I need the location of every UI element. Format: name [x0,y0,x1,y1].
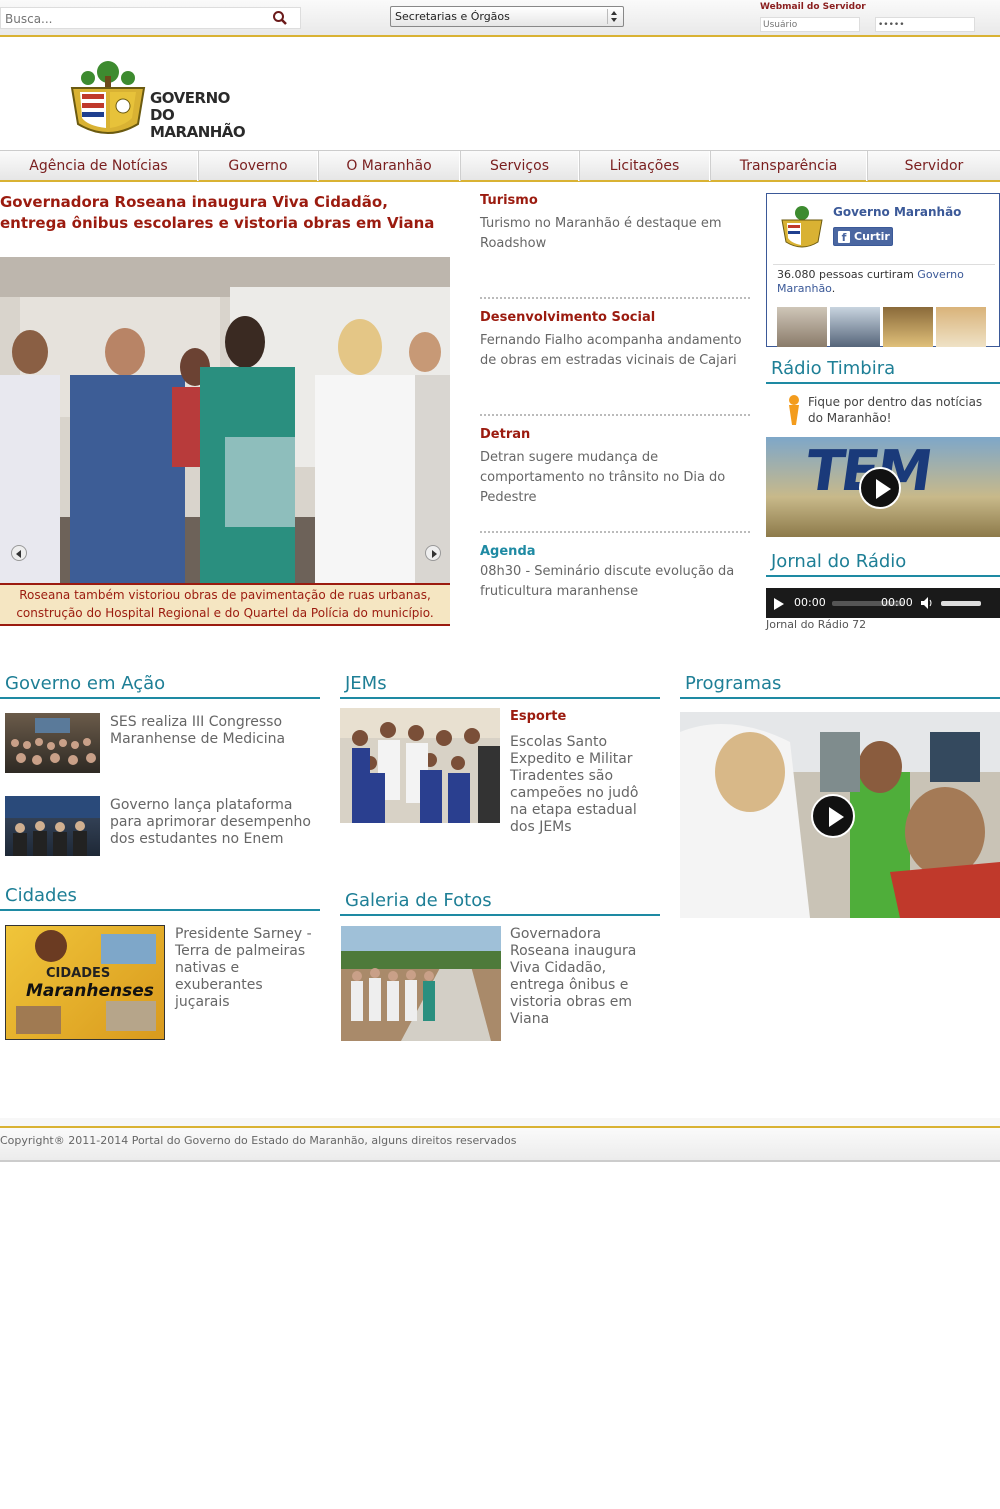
jems-category[interactable]: Esporte [510,709,566,725]
nav-servicos[interactable]: Serviços [461,151,579,181]
search-input[interactable] [1,9,261,29]
governo-acao-item[interactable]: SES realiza III Congresso Maranhense de … [110,714,310,748]
hero-next-icon[interactable] [425,545,441,561]
governo-em-acao-title[interactable]: Governo em Ação [0,673,320,699]
news-separator [480,414,750,416]
webmail-label[interactable]: Webmail do Servidor [760,2,866,12]
facebook-fan-avatar[interactable] [777,307,827,347]
galeria-de-fotos-title[interactable]: Galeria de Fotos [340,890,660,916]
jems-title[interactable]: JEMs [340,673,660,699]
cidades-thumbnail[interactable]: CIDADES Maranhenses [5,925,165,1040]
news-separator [480,297,750,299]
nav-agencia-noticias[interactable]: Agência de Notícias [0,151,198,181]
news-text[interactable]: Fernando Fialho acompanha andamento de o… [480,331,750,371]
username-input[interactable] [760,17,860,32]
news-item[interactable]: Desenvolvimento Social Fernando Fialho a… [480,310,750,371]
hero-prev-icon[interactable] [11,545,27,561]
facebook-fan-avatar[interactable] [936,307,986,347]
audio-current-time: 00:00 [794,596,826,609]
facebook-divider [773,264,995,265]
main-headline[interactable]: Governadora Roseana inaugura Viva Cidadã… [0,192,450,234]
news-category[interactable]: Detran [480,427,750,443]
password-input[interactable] [875,17,975,32]
select-arrows-icon [607,9,619,24]
news-item[interactable]: Turismo Turismo no Maranhão é destaque e… [480,193,750,254]
nav-governo[interactable]: Governo [199,151,318,181]
agenda-item[interactable]: Agenda 08h30 - Seminário discute evoluçã… [480,544,750,602]
programas-video-thumbnail[interactable] [680,712,1000,918]
news-item[interactable]: Detran Detran sugere mudança de comporta… [480,427,750,508]
site-logo[interactable]: GOVERNO DO MARANHÃO [68,58,273,141]
main-nav: Agência de Notícias Governo O Maranhão S… [0,150,1000,182]
facebook-page-avatar[interactable] [778,204,826,252]
nav-licitacoes[interactable]: Licitações [580,151,710,181]
facebook-like-box: Governo Maranhão f Curtir 36.080 pessoas… [766,193,1000,347]
news-category[interactable]: Desenvolvimento Social [480,310,750,326]
audio-total-time: 00:00 [881,596,913,609]
facebook-like-count: 36.080 pessoas curtiram Governo Maranhão… [777,268,964,295]
volume-slider[interactable] [941,601,981,606]
nav-servidor[interactable]: Servidor [868,151,1000,181]
hero-caption: Roseana também vistoriou obras de pavime… [0,583,450,626]
play-icon[interactable] [811,794,855,838]
logo-text: GOVERNO DO MARANHÃO [150,89,246,141]
cidades-text[interactable]: Presidente Sarney - Terra de palmeiras n… [175,926,320,1011]
news-text[interactable]: Turismo no Maranhão é destaque em Roadsh… [480,214,750,254]
secretarias-select-value: Secretarias e Órgãos [395,10,510,23]
radio-timbira-title[interactable]: Rádio Timbira [766,358,1000,384]
jems-thumbnail[interactable] [340,708,500,823]
top-bar: Secretarias e Órgãos Webmail do Servidor [0,0,1000,37]
agenda-category[interactable]: Agenda [480,544,750,560]
microphone-icon [789,395,799,425]
cidades-thumb-line1: CIDADES [46,966,111,981]
play-icon[interactable] [859,467,901,509]
radio-video-thumbnail[interactable]: TEM [766,437,1000,537]
governo-acao-thumbnail[interactable] [5,796,100,856]
hero-photo[interactable] [0,257,450,583]
facebook-like-label: Curtir [854,230,890,243]
news-separator [480,531,750,533]
hero-image [0,257,450,583]
agenda-text[interactable]: 08h30 - Seminário discute evolução da fr… [480,562,750,602]
facebook-f-icon: f [838,231,850,244]
facebook-fan-avatar[interactable] [883,307,933,347]
facebook-page-name[interactable]: Governo Maranhão [833,205,961,219]
governo-acao-thumbnail[interactable] [5,713,100,773]
audio-play-icon[interactable] [774,598,784,610]
audio-player: 00:00 00:00 [766,588,1000,618]
coat-of-arms-icon [70,61,146,134]
galeria-thumbnail[interactable] [341,926,501,1041]
jems-text[interactable]: Escolas Santo Expedito e Militar Tiraden… [510,734,660,836]
search-box [0,7,301,29]
cidades-title[interactable]: Cidades [0,885,320,911]
footer: Copyright® 2011-2014 Portal do Governo d… [0,1118,1000,1163]
radio-timbira-text: Fique por dentro das notícias do Maranhã… [808,395,983,425]
programas-title[interactable]: Programas [680,673,1000,699]
news-text[interactable]: Detran sugere mudança de comportamento n… [480,448,750,508]
jornal-do-radio-title[interactable]: Jornal do Rádio [766,551,1000,577]
volume-icon[interactable] [921,597,933,609]
facebook-fan-avatar[interactable] [830,307,880,347]
audio-caption: Jornal do Rádio 72 [766,618,867,631]
news-category[interactable]: Turismo [480,193,750,209]
galeria-text[interactable]: Governadora Roseana inaugura Viva Cidadã… [510,926,660,1028]
nav-o-maranhao[interactable]: O Maranhão [319,151,460,181]
nav-transparencia[interactable]: Transparência [711,151,867,181]
search-icon[interactable] [272,10,288,26]
governo-acao-item[interactable]: Governo lança plataforma para aprimorar … [110,797,315,848]
cidades-thumb-line2: Maranhenses [26,981,154,1001]
secretarias-select[interactable]: Secretarias e Órgãos [390,6,624,27]
facebook-like-button[interactable]: f Curtir [833,227,893,246]
footer-copyright: Copyright® 2011-2014 Portal do Governo d… [0,1126,1000,1162]
